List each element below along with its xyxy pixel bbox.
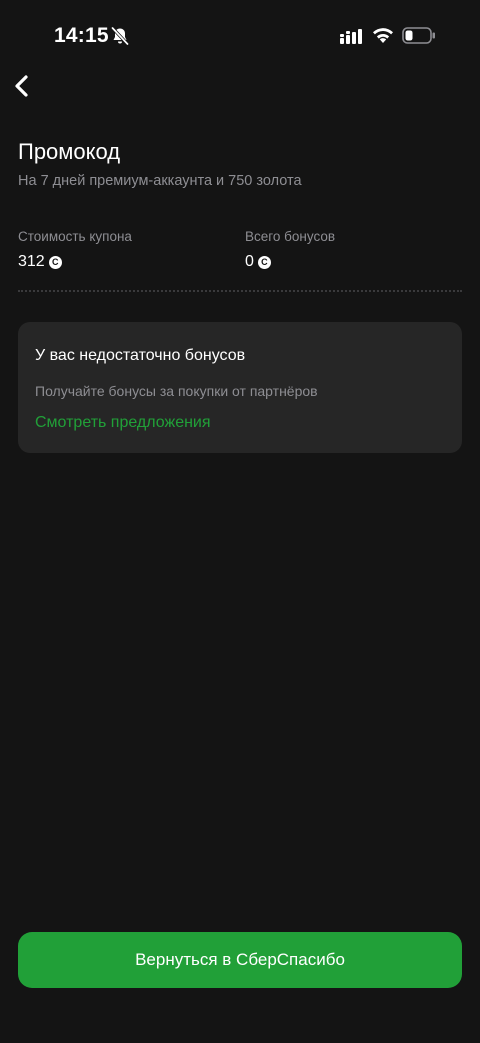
wifi-icon xyxy=(373,28,393,43)
coupon-cost-value: 312 С xyxy=(18,253,62,271)
screen: 14:15 Промокод На 7 дней премиум-аккаунт… xyxy=(0,0,480,1043)
bonus-coin-icon: С xyxy=(257,255,271,269)
coupon-cost-amount: 312 xyxy=(18,253,45,270)
status-time: 14:15 xyxy=(54,24,109,47)
total-bonuses-label: Всего бонусов xyxy=(245,229,336,244)
insufficient-bonuses-card: У вас недостаточно бонусов Получайте бон… xyxy=(18,322,462,453)
status-bar: 14:15 xyxy=(0,0,480,70)
total-bonuses-amount: 0 xyxy=(245,253,254,270)
bonus-coin-icon: С xyxy=(48,255,62,269)
bell-muted-icon xyxy=(111,26,129,46)
chevron-left-icon[interactable] xyxy=(10,72,36,100)
page-subtitle: На 7 дней премиум-аккаунта и 750 золота xyxy=(18,173,302,189)
card-title: У вас недостаточно бонусов xyxy=(35,347,246,364)
page-title: Промокод xyxy=(18,139,121,164)
return-to-sberspasibo-button[interactable]: Вернуться в СберСпасибо xyxy=(18,932,462,988)
coupon-cost-label: Стоимость купона xyxy=(18,229,132,244)
battery-icon xyxy=(402,27,435,44)
card-text: Получайте бонусы за покупки от партнёров xyxy=(35,383,318,399)
view-offers-link[interactable]: Смотреть предложения xyxy=(35,414,211,432)
total-bonuses-value: 0 С xyxy=(245,253,271,271)
dotted-divider xyxy=(18,290,462,292)
signal-icon xyxy=(340,29,362,44)
